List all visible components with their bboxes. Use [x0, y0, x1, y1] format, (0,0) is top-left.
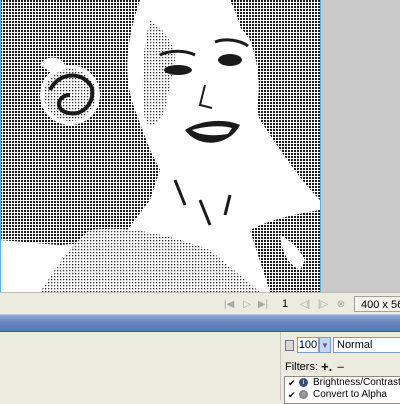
play-icon[interactable]: ▷ — [240, 297, 254, 311]
filters-label: Filters: — [285, 361, 318, 373]
frame-navigation-bar: |◀ ▷ ▶| 1 ◁| |▷ ⊗ 400 x 560 — [0, 292, 400, 315]
next-frame-icon[interactable]: |▷ — [316, 297, 330, 311]
remove-filter-button[interactable]: – — [337, 359, 344, 374]
canvas-size-readout: 400 x 560 — [354, 296, 400, 312]
canvas-left-edge — [0, 0, 1, 292]
opacity-icon — [285, 340, 294, 351]
opacity-input[interactable]: 100 — [297, 337, 319, 353]
filter-name: Convert to Alpha — [313, 389, 387, 400]
panel-separator — [280, 332, 281, 400]
filter-row[interactable]: ✔ ○ Convert to Alpha — [285, 389, 400, 401]
opacity-dropdown-icon[interactable]: ▼ — [319, 337, 331, 353]
frame-number: 1 — [281, 298, 289, 310]
canvas-stage — [0, 0, 400, 292]
filter-row[interactable]: ✔ i Brightness/Contrast... — [285, 377, 400, 389]
filter-icon: ○ — [299, 390, 308, 399]
add-filter-button[interactable]: +. — [321, 359, 332, 374]
panel-divider-bar[interactable] — [0, 314, 400, 332]
first-frame-icon[interactable]: |◀ — [222, 297, 236, 311]
filter-checkbox[interactable]: ✔ — [288, 389, 297, 401]
info-icon: i — [299, 378, 308, 387]
document-canvas[interactable] — [0, 0, 321, 292]
stop-icon[interactable]: ⊗ — [334, 297, 348, 311]
blend-mode-select[interactable]: Normal — [333, 337, 400, 353]
last-frame-icon[interactable]: ▶| — [256, 297, 270, 311]
filter-checkbox[interactable]: ✔ — [288, 377, 297, 389]
filter-name: Brightness/Contrast... — [313, 377, 400, 388]
halftone-portrait-image — [0, 0, 320, 292]
previous-frame-icon[interactable]: ◁| — [298, 297, 312, 311]
